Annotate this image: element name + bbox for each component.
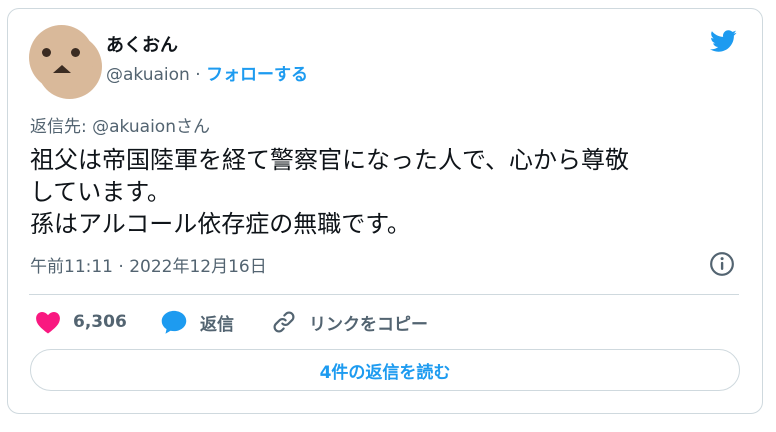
avatar-eye-left	[42, 48, 51, 57]
read-replies-button[interactable]: 4件の返信を読む	[30, 349, 740, 391]
info-icon[interactable]	[709, 251, 735, 277]
avatar-image[interactable]	[29, 25, 94, 90]
follow-button[interactable]: フォローする	[206, 65, 308, 85]
tweet-line: 祖父は帝国陸軍を経て警察官になった人で、心から尊敬	[30, 146, 630, 174]
tweet-timestamp[interactable]: 午前11:11 · 2022年12月16日	[30, 252, 267, 277]
like-button[interactable]: 6,306	[35, 309, 127, 335]
tweet-line: 孫はアルコール依存症の無職です。	[30, 210, 411, 238]
reply-button[interactable]: 返信	[160, 309, 234, 335]
author-display-name[interactable]: あくおん	[106, 31, 178, 57]
reply-to-handle[interactable]: @akuaion	[92, 117, 176, 137]
tweet-line: しています。	[30, 178, 171, 206]
avatar-mouth	[53, 65, 71, 73]
likes-count: 6,306	[73, 312, 127, 332]
reply-bubble-icon	[161, 310, 187, 334]
reply-label: 返信	[200, 314, 234, 335]
author-handle-row: @akuaion · フォローする	[106, 60, 308, 85]
handle-separator: ·	[189, 65, 207, 85]
tweet-text: 祖父は帝国陸軍を経て警察官になった人で、心から尊敬 しています。 孫はアルコール…	[30, 144, 730, 240]
copy-link-button[interactable]: リンクをコピー	[271, 309, 428, 335]
divider	[29, 294, 739, 295]
reply-to-prefix: 返信先:	[30, 117, 93, 137]
reply-to-line: 返信先: @akuaionさん	[30, 112, 210, 137]
author-handle[interactable]: @akuaion	[106, 65, 190, 85]
heart-icon	[36, 312, 60, 334]
twitter-bird-icon[interactable]	[707, 27, 739, 55]
copy-link-label: リンクをコピー	[309, 314, 428, 335]
reply-to-suffix: さん	[175, 117, 210, 137]
avatar-eye-right	[71, 48, 80, 57]
link-icon	[273, 311, 295, 333]
